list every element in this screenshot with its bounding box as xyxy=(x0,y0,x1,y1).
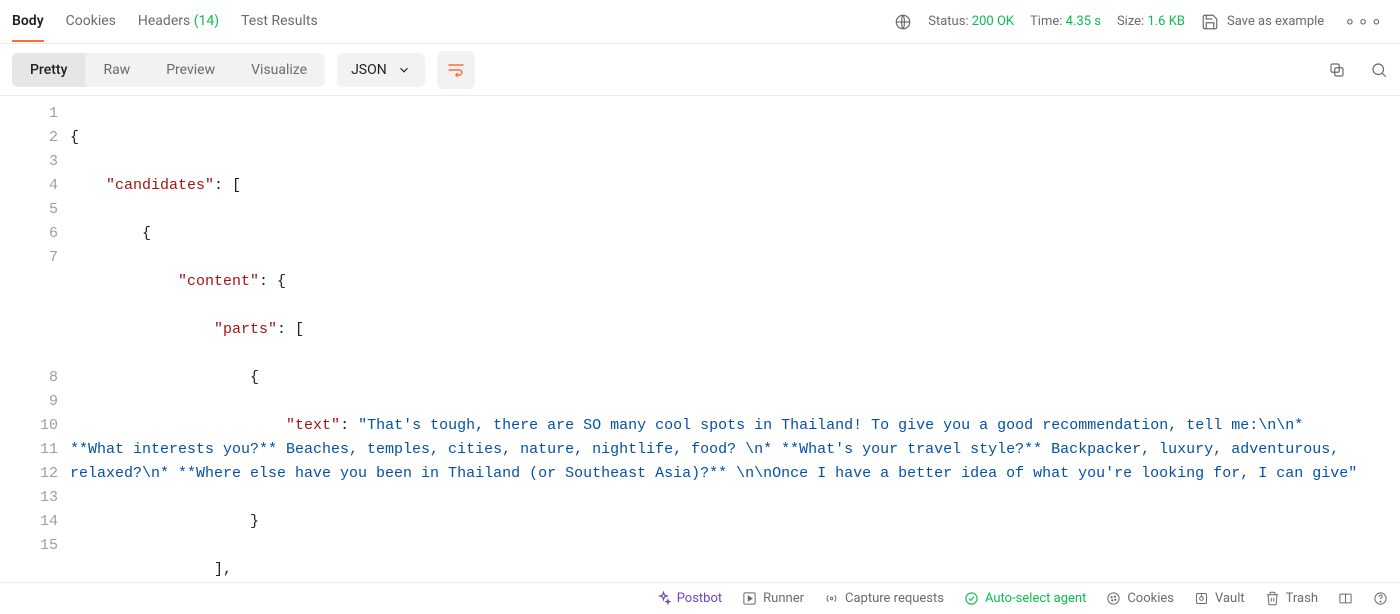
code-line: } xyxy=(70,510,1400,534)
save-as-example-button[interactable]: Save as example xyxy=(1201,13,1324,31)
view-visualize[interactable]: Visualize xyxy=(233,53,325,87)
tab-headers[interactable]: Headers (14) xyxy=(138,1,219,42)
sparkle-icon xyxy=(656,591,671,606)
json-key: "candidates" xyxy=(106,177,214,194)
format-dropdown-label: JSON xyxy=(351,62,387,78)
view-raw[interactable]: Raw xyxy=(85,53,148,87)
wrap-icon xyxy=(446,60,466,80)
line-number: 13 xyxy=(0,486,58,510)
line-number: 3 xyxy=(0,150,58,174)
line-number: 1 xyxy=(0,102,58,126)
view-pretty[interactable]: Pretty xyxy=(12,53,85,87)
json-key: "content" xyxy=(178,273,259,290)
code-line: { xyxy=(70,126,1400,150)
response-header-row: Body Cookies Headers (14) Test Results S… xyxy=(0,0,1400,44)
line-number-gutter: 1 2 3 4 5 6 7 8 9 10 11 12 13 14 15 xyxy=(0,96,70,582)
line-number: 14 xyxy=(0,510,58,534)
capture-requests-button[interactable]: Capture requests xyxy=(824,591,944,606)
auto-agent-label: Auto-select agent xyxy=(985,591,1086,606)
time-label: Time: xyxy=(1030,14,1062,29)
response-body-viewer[interactable]: 1 2 3 4 5 6 7 8 9 10 11 12 13 14 15 { "c… xyxy=(0,96,1400,582)
code-line: { xyxy=(70,222,1400,246)
vault-label: Vault xyxy=(1215,591,1245,606)
code-line: "text": "That's tough, there are SO many… xyxy=(70,414,1400,486)
tab-headers-label: Headers xyxy=(138,13,190,29)
bottom-status-bar: Postbot Runner Capture requests Auto-sel… xyxy=(0,582,1400,614)
status-area: Status: 200 OK Time: 4.35 s Size: 1.6 KB… xyxy=(894,11,1388,32)
runner-button[interactable]: Runner xyxy=(742,591,804,606)
code-line: ], xyxy=(70,558,1400,582)
check-circle-icon xyxy=(964,591,979,606)
size-value: 1.6 KB xyxy=(1147,14,1185,29)
json-key: "text" xyxy=(286,417,340,434)
vault-icon xyxy=(1194,591,1209,606)
trash-icon xyxy=(1265,591,1280,606)
view-preview[interactable]: Preview xyxy=(148,53,233,87)
format-dropdown[interactable]: JSON xyxy=(337,53,425,87)
time-value: 4.35 s xyxy=(1066,14,1101,29)
search-icon[interactable] xyxy=(1370,61,1388,79)
trash-button[interactable]: Trash xyxy=(1265,591,1318,606)
play-box-icon xyxy=(742,591,757,606)
status-code: Status: 200 OK xyxy=(928,14,1014,29)
trash-label: Trash xyxy=(1286,591,1318,606)
cookies-label: Cookies xyxy=(1127,591,1174,606)
save-as-example-label: Save as example xyxy=(1227,14,1324,29)
code-line: "content": { xyxy=(70,270,1400,294)
view-controls-row: Pretty Raw Preview Visualize JSON xyxy=(0,44,1400,96)
status-time: Time: 4.35 s xyxy=(1030,14,1101,29)
tab-headers-count: (14) xyxy=(194,13,219,29)
copy-icon[interactable] xyxy=(1328,61,1346,79)
code-line: "parts": [ xyxy=(70,318,1400,342)
line-number: 6 xyxy=(0,222,58,246)
line-number: 9 xyxy=(0,390,58,414)
globe-icon[interactable] xyxy=(894,13,912,31)
antenna-icon xyxy=(824,591,839,606)
status-label: Status: xyxy=(928,14,968,29)
chevron-down-icon xyxy=(397,63,411,77)
status-value: 200 OK xyxy=(972,14,1014,29)
code-content[interactable]: { "candidates": [ { "content": { "parts"… xyxy=(70,96,1400,582)
cookies-button[interactable]: Cookies xyxy=(1106,591,1174,606)
code-line: { xyxy=(70,366,1400,390)
auto-select-agent-button[interactable]: Auto-select agent xyxy=(964,591,1086,606)
runner-label: Runner xyxy=(763,591,804,606)
postbot-label: Postbot xyxy=(677,591,722,606)
vault-button[interactable]: Vault xyxy=(1194,591,1245,606)
size-label: Size: xyxy=(1117,14,1144,29)
cookie-icon xyxy=(1106,591,1121,606)
two-pane-icon[interactable] xyxy=(1338,591,1353,606)
line-number: 7 xyxy=(0,246,58,366)
tab-body[interactable]: Body xyxy=(12,1,44,42)
json-key: "parts" xyxy=(214,321,277,338)
postbot-button[interactable]: Postbot xyxy=(656,591,722,606)
capture-label: Capture requests xyxy=(845,591,944,606)
line-number: 4 xyxy=(0,174,58,198)
view-mode-segment: Pretty Raw Preview Visualize xyxy=(12,53,325,87)
more-options-icon[interactable]: ∘∘∘ xyxy=(1340,11,1388,32)
tab-test-results[interactable]: Test Results xyxy=(241,1,318,42)
wrap-lines-button[interactable] xyxy=(437,51,475,89)
response-tabs: Body Cookies Headers (14) Test Results xyxy=(12,1,318,42)
line-number: 15 xyxy=(0,534,58,558)
line-number: 5 xyxy=(0,198,58,222)
line-number: 10 xyxy=(0,414,58,438)
line-number: 12 xyxy=(0,462,58,486)
status-size: Size: 1.6 KB xyxy=(1117,14,1185,29)
line-number: 11 xyxy=(0,438,58,462)
tab-cookies[interactable]: Cookies xyxy=(66,1,116,42)
code-line: "candidates": [ xyxy=(70,174,1400,198)
line-number: 2 xyxy=(0,126,58,150)
line-number: 8 xyxy=(0,366,58,390)
help-icon[interactable] xyxy=(1373,591,1388,606)
